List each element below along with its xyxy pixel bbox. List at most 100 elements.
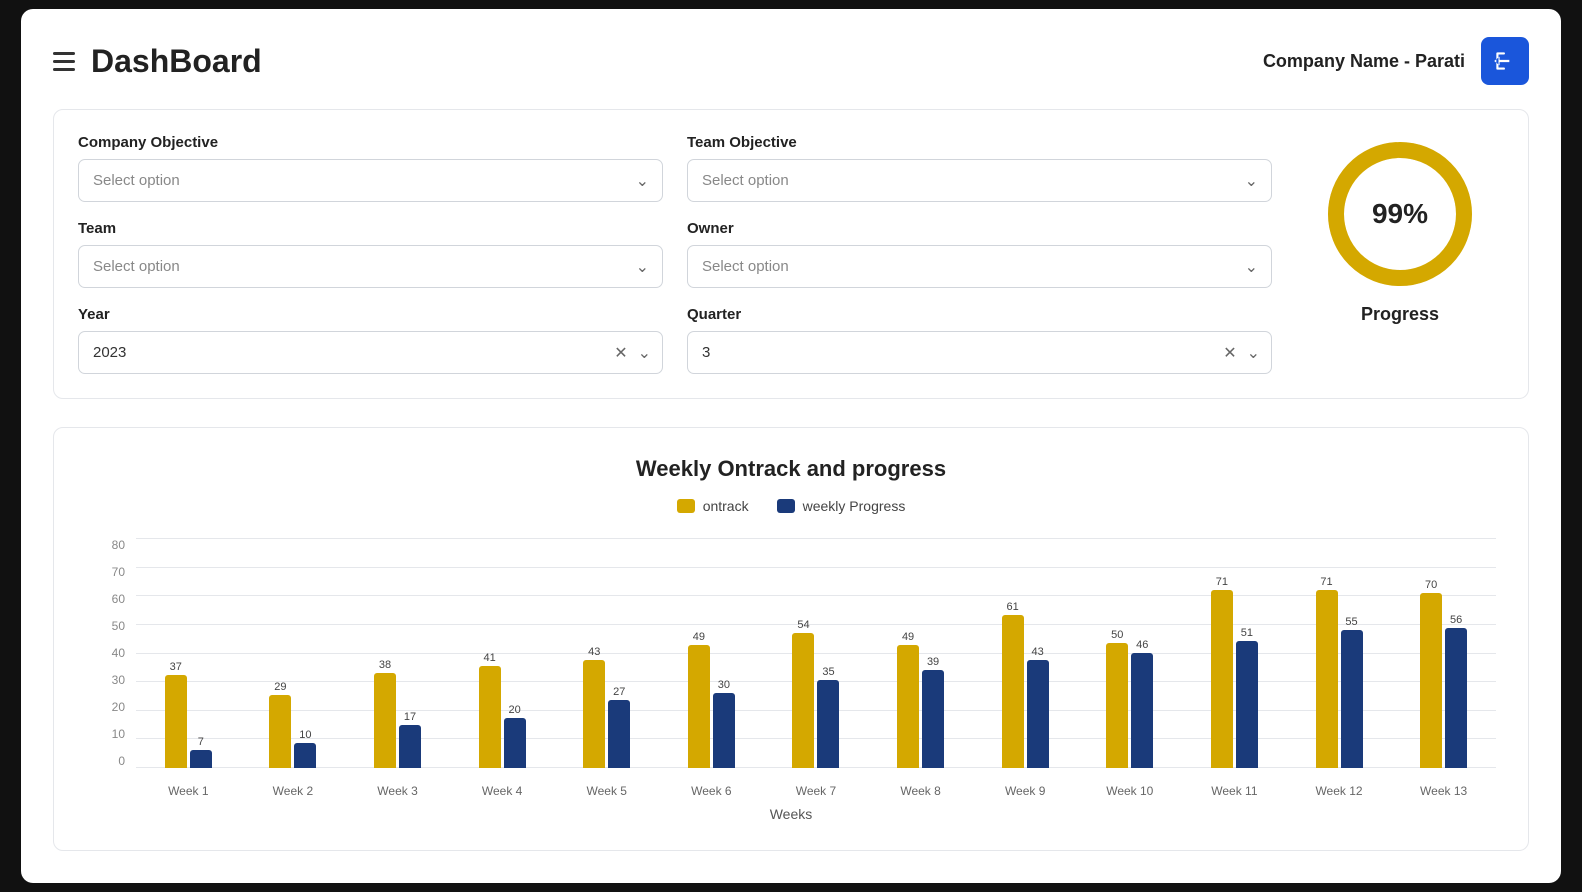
year-dropdown-button[interactable]: ⌄ — [636, 341, 653, 365]
team-objective-select[interactable]: Select option — [687, 159, 1272, 202]
company-objective-group: Company Objective Select option ⌄ — [78, 134, 663, 202]
quarter-label: Quarter — [687, 306, 1272, 323]
ontrack-bar — [1002, 615, 1024, 768]
y-axis: 01020304050607080 — [86, 538, 131, 768]
weekly-bar — [294, 743, 316, 768]
bar-chart-area: 01020304050607080 3772910381741204327493… — [86, 538, 1496, 798]
x-label: Week 4 — [450, 784, 555, 798]
owner-label: Owner — [687, 220, 1272, 237]
team-objective-group: Team Objective Select option ⌄ — [687, 134, 1272, 202]
year-quarter-row: Year 2023 ✕ ⌄ Quarter 3 ✕ ⌄ — [78, 306, 1272, 374]
year-input-wrapper: 2023 ✕ ⌄ — [78, 331, 663, 374]
year-clear-button[interactable]: ✕ — [612, 341, 629, 365]
team-objective-label: Team Objective — [687, 134, 1272, 151]
logout-icon — [1492, 48, 1518, 74]
bar-group: 3817 — [374, 538, 421, 768]
x-axis-title: Weeks — [86, 806, 1496, 822]
ontrack-bar — [269, 695, 291, 768]
x-label: Week 6 — [659, 784, 764, 798]
weekly-bar — [190, 750, 212, 768]
x-label: Week 7 — [764, 784, 869, 798]
quarter-group: Quarter 3 ✕ ⌄ — [687, 306, 1272, 374]
quarter-input[interactable]: 3 — [687, 331, 1272, 374]
year-controls: ✕ ⌄ — [612, 341, 653, 365]
team-label: Team — [78, 220, 663, 237]
bar-group: 7056 — [1420, 538, 1467, 768]
top-bar-left: DashBoard — [53, 43, 262, 80]
chart-legend: ontrack weekly Progress — [86, 498, 1496, 514]
weekly-bar — [1236, 641, 1258, 768]
quarter-dropdown-button[interactable]: ⌄ — [1245, 341, 1262, 365]
bar-group: 5435 — [792, 538, 839, 768]
weekly-bar — [1131, 653, 1153, 768]
team-select[interactable]: Select option — [78, 245, 663, 288]
team-select-wrapper: Select option ⌄ — [78, 245, 663, 288]
ontrack-bar — [165, 675, 187, 768]
x-label: Week 12 — [1287, 784, 1392, 798]
x-label: Week 3 — [345, 784, 450, 798]
chart-title: Weekly Ontrack and progress — [86, 456, 1496, 482]
page-title: DashBoard — [91, 43, 262, 80]
ontrack-bar — [1316, 590, 1338, 768]
weekly-bar — [817, 680, 839, 768]
ontrack-bar — [897, 645, 919, 768]
filter-section: Company Objective Select option ⌄ Team O… — [53, 109, 1529, 399]
logout-button[interactable] — [1481, 37, 1529, 85]
x-label: Week 13 — [1391, 784, 1496, 798]
year-input[interactable]: 2023 — [78, 331, 663, 374]
company-name: Company Name - Parati — [1263, 51, 1465, 72]
hamburger-icon[interactable] — [53, 52, 75, 71]
year-label: Year — [78, 306, 663, 323]
ontrack-bar — [1420, 593, 1442, 768]
x-label: Week 11 — [1182, 784, 1287, 798]
company-objective-label: Company Objective — [78, 134, 663, 151]
chart-inner: 3772910381741204327493054354939614350467… — [136, 538, 1496, 798]
main-card: DashBoard Company Name - Parati Company … — [21, 9, 1561, 883]
ontrack-bar — [792, 633, 814, 768]
weekly-bar — [713, 693, 735, 768]
x-label: Week 2 — [241, 784, 346, 798]
quarter-controls: ✕ ⌄ — [1221, 341, 1262, 365]
progress-value: 99% — [1372, 198, 1428, 230]
weekly-bar — [1027, 660, 1049, 768]
top-bar-right: Company Name - Parati — [1263, 37, 1529, 85]
ontrack-bar — [1211, 590, 1233, 768]
bar-group: 377 — [165, 538, 212, 768]
progress-widget: 99% Progress — [1296, 134, 1504, 325]
x-label: Week 1 — [136, 784, 241, 798]
legend-ontrack: ontrack — [677, 498, 749, 514]
x-label: Week 8 — [868, 784, 973, 798]
weekly-bar — [504, 718, 526, 768]
owner-select[interactable]: Select option — [687, 245, 1272, 288]
team-objective-select-wrapper: Select option ⌄ — [687, 159, 1272, 202]
x-labels: Week 1Week 2Week 3Week 4Week 5Week 6Week… — [136, 770, 1496, 798]
quarter-input-wrapper: 3 ✕ ⌄ — [687, 331, 1272, 374]
year-group: Year 2023 ✕ ⌄ — [78, 306, 663, 374]
company-objective-select-wrapper: Select option ⌄ — [78, 159, 663, 202]
bar-group: 7155 — [1316, 538, 1363, 768]
weekly-legend-color — [777, 499, 795, 513]
ontrack-bar — [583, 660, 605, 768]
bar-group: 4327 — [583, 538, 630, 768]
legend-weekly: weekly Progress — [777, 498, 906, 514]
owner-select-wrapper: Select option ⌄ — [687, 245, 1272, 288]
weekly-legend-label: weekly Progress — [803, 498, 906, 514]
ontrack-legend-label: ontrack — [703, 498, 749, 514]
bars-row: 3772910381741204327493054354939614350467… — [136, 538, 1496, 768]
x-label: Week 5 — [554, 784, 659, 798]
bar-group: 4930 — [688, 538, 735, 768]
bar-group: 5046 — [1106, 538, 1153, 768]
ontrack-bar — [1106, 643, 1128, 768]
team-group: Team Select option ⌄ — [78, 220, 663, 288]
quarter-clear-button[interactable]: ✕ — [1221, 341, 1238, 365]
weekly-bar — [1341, 630, 1363, 768]
company-objective-select[interactable]: Select option — [78, 159, 663, 202]
ontrack-bar — [479, 666, 501, 768]
donut-chart: 99% — [1320, 134, 1480, 294]
weekly-bar — [399, 725, 421, 768]
weekly-bar — [608, 700, 630, 768]
progress-label: Progress — [1361, 304, 1439, 325]
x-label: Week 9 — [973, 784, 1078, 798]
ontrack-bar — [688, 645, 710, 768]
owner-group: Owner Select option ⌄ — [687, 220, 1272, 288]
